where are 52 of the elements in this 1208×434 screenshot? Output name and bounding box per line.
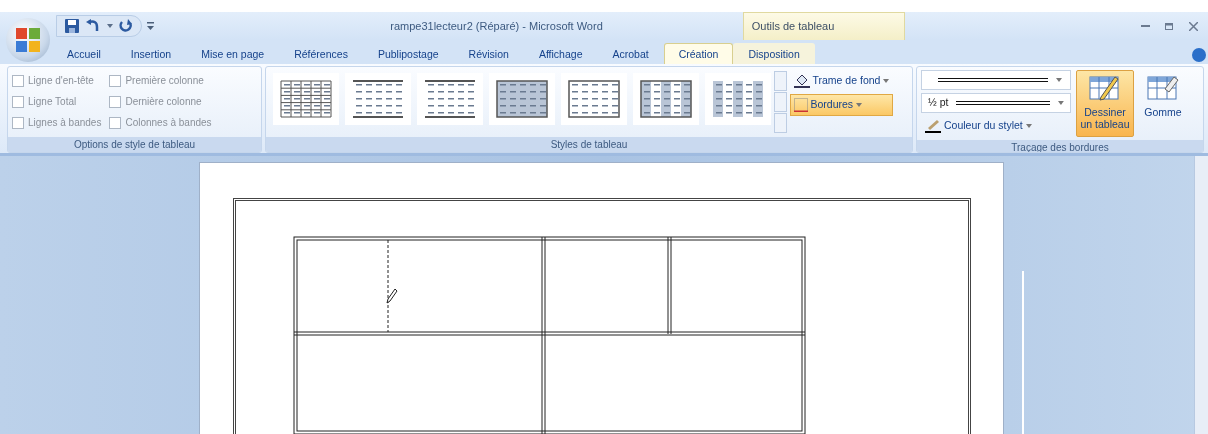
caret-icon [1025, 124, 1032, 128]
borders-icon [793, 98, 808, 112]
table-style-thumbnail[interactable] [345, 73, 411, 125]
group-label: Styles de tableau [266, 137, 912, 152]
customize-toolbar-icon[interactable] [147, 22, 154, 30]
ribbon-tab[interactable]: Accueil [52, 43, 116, 64]
contextual-tab-group: Outils de tableau [742, 12, 905, 40]
table-style-thumbnail[interactable] [633, 73, 699, 125]
line-weight-select[interactable]: ½ pt [921, 92, 1071, 113]
office-button[interactable] [6, 18, 50, 62]
ribbon-button[interactable]: Bordures [789, 94, 894, 116]
pencil-table-icon [1089, 73, 1121, 103]
line-style-select[interactable] [921, 70, 1071, 90]
help-icon[interactable] [1191, 47, 1206, 62]
ribbon-tab[interactable]: Mise en page [186, 43, 280, 64]
office-logo [14, 26, 42, 54]
table-style-thumbnail[interactable] [489, 73, 555, 125]
caret-icon [1058, 100, 1064, 105]
ribbon-tab[interactable]: Insertion [115, 43, 187, 64]
table-style-thumbnail[interactable] [561, 73, 627, 125]
ribbon-tab[interactable]: Affichage [523, 43, 598, 64]
redo-icon[interactable] [119, 19, 133, 33]
ribbon-tab[interactable]: Disposition [733, 43, 815, 64]
paint-bucket-icon [793, 73, 810, 88]
eraser-table-icon [1147, 73, 1179, 103]
ribbon-button[interactable]: Dessiner un tableau [1076, 70, 1134, 137]
ribbon-tab[interactable]: Révision [453, 43, 524, 64]
caret-icon [883, 78, 890, 83]
minimize-icon[interactable] [1141, 24, 1150, 28]
pencil-cursor-icon [386, 288, 398, 304]
caret-icon [1056, 78, 1062, 82]
ribbon-tab[interactable]: Publipostage [362, 43, 454, 64]
ribbon-tab[interactable]: Acrobat [597, 43, 664, 64]
ribbon-button[interactable]: Trame de fond [789, 69, 894, 92]
group-label: Options de style de tableau [8, 137, 261, 152]
double-line-icon [956, 100, 1051, 105]
window-title: rampe31lecteur2 (Réparé) - Microsoft Word [390, 18, 603, 34]
table-style-thumbnail[interactable] [273, 73, 339, 125]
ribbon-tab[interactable]: Références [279, 43, 363, 64]
vertical-scrollbar[interactable] [1194, 156, 1208, 434]
restore-icon[interactable] [1165, 22, 1174, 30]
table-style-thumbnail[interactable] [417, 73, 483, 125]
close-icon[interactable] [1189, 21, 1198, 31]
save-icon[interactable] [65, 19, 79, 33]
pen-icon [925, 119, 941, 133]
dropdown-icon[interactable] [107, 24, 113, 28]
caret-icon [856, 103, 863, 107]
ribbon-button[interactable]: Gomme [1134, 70, 1192, 137]
undo-icon[interactable] [85, 19, 101, 33]
ribbon-tab[interactable]: Création [663, 43, 734, 64]
table-style-thumbnail[interactable] [705, 73, 771, 125]
pen-color-button[interactable]: Couleur du stylet [921, 115, 1071, 137]
